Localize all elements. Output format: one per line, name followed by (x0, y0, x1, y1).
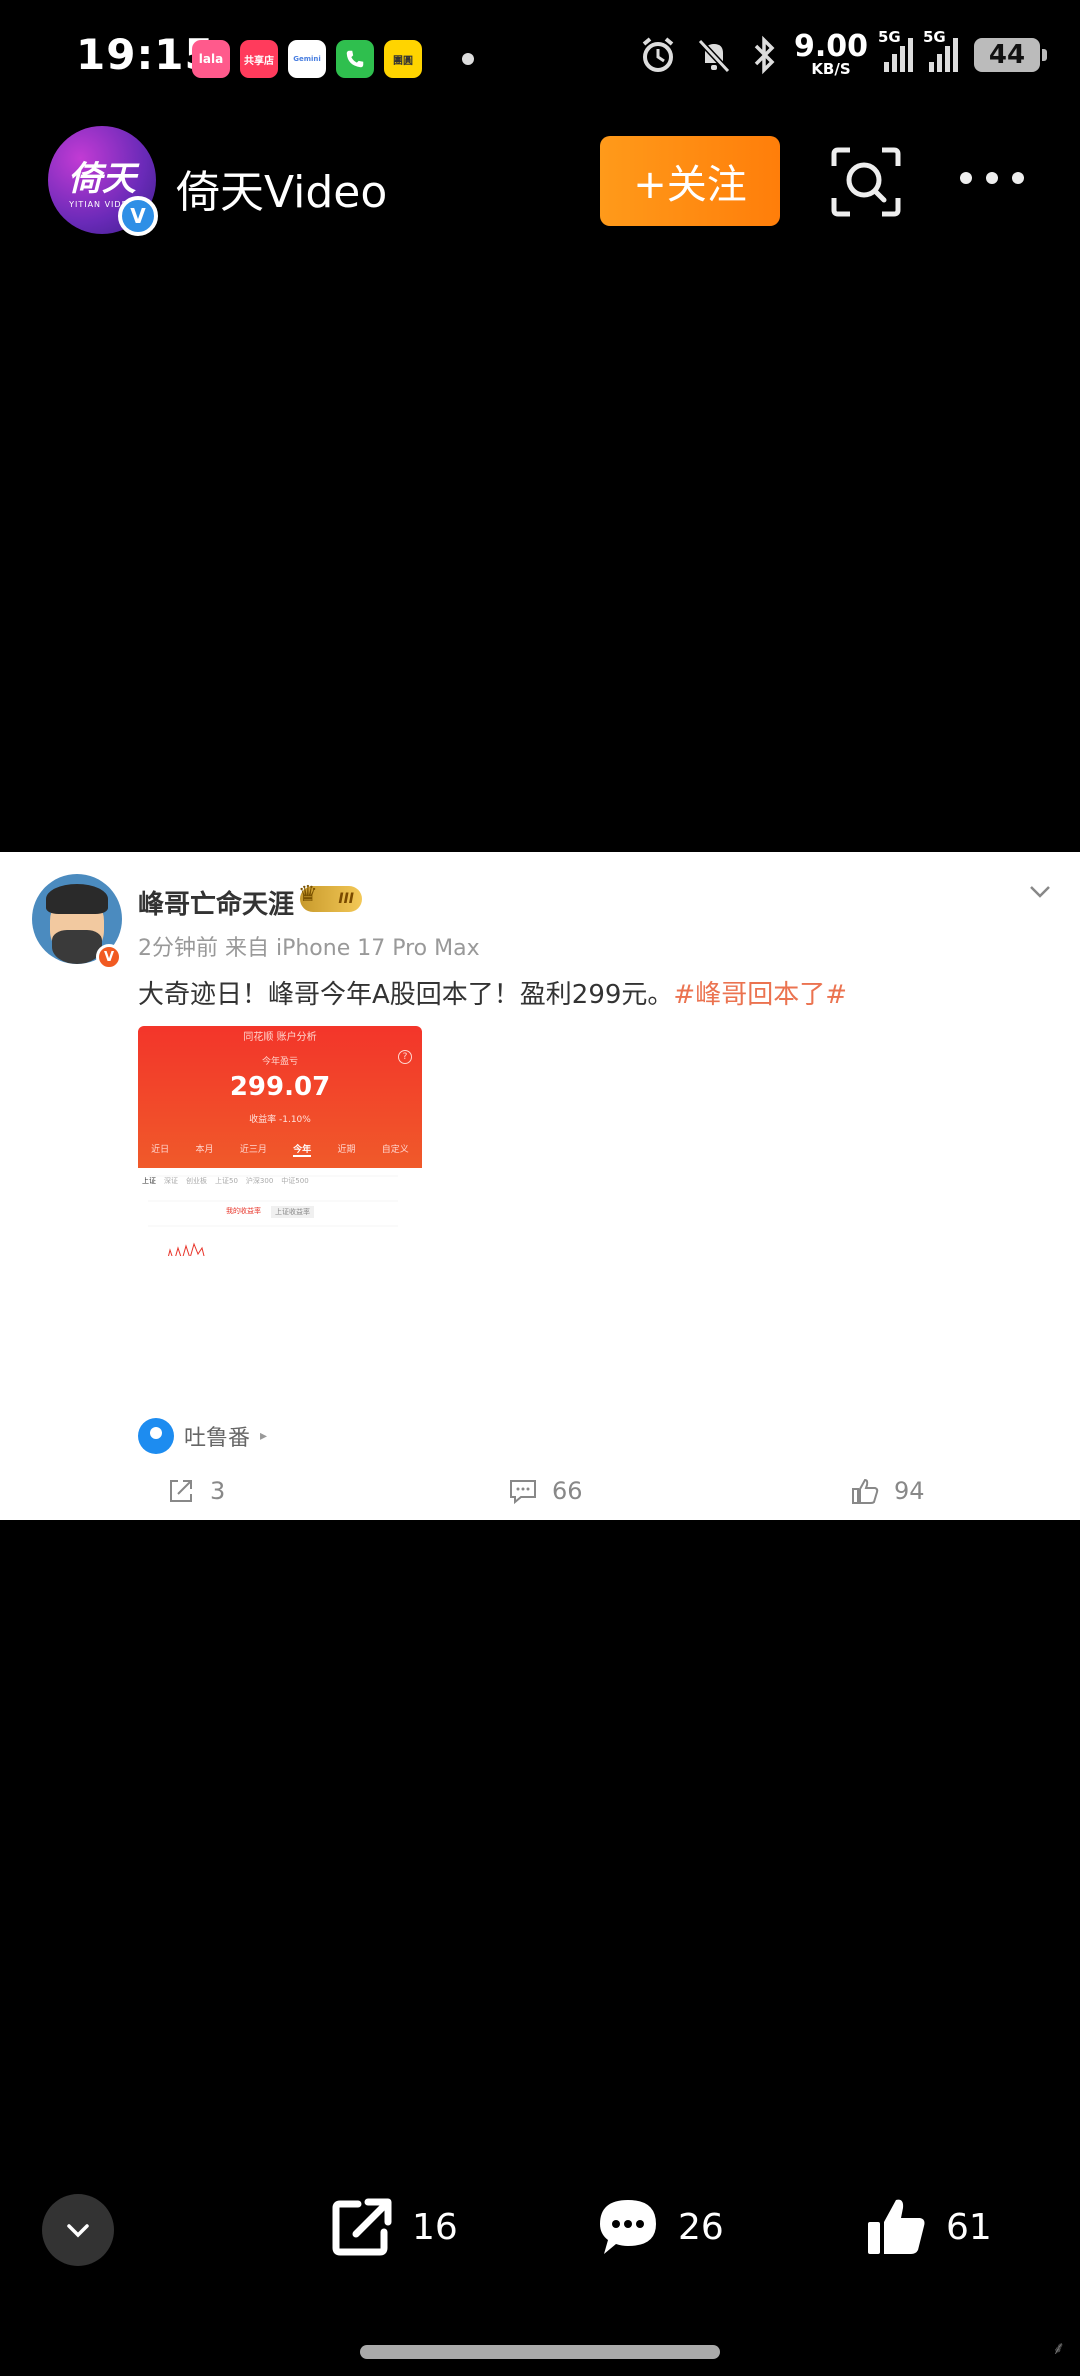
like-button[interactable]: 61 (864, 2196, 992, 2258)
notification-icons: lala 共享店 Gemini 團圓 (192, 40, 474, 78)
comment-bubble-icon (600, 2200, 656, 2254)
location-name: 吐鲁番 (184, 1426, 251, 1451)
channel-name[interactable]: 倚天Video (176, 156, 387, 220)
thumbs-up-icon (852, 1478, 879, 1504)
user-verified-badge-icon: V (96, 944, 122, 970)
more-options-icon[interactable] (960, 172, 1024, 184)
share-count: 16 (412, 2206, 458, 2248)
app-gemini-icon: Gemini (288, 40, 326, 78)
video-action-bar: 16 26 61 (0, 2190, 1080, 2300)
status-bar: 19:15 lala 共享店 Gemini 團圓 9.00 KB/S 5G 5G… (0, 0, 1080, 118)
corner-icon: ⸙ (1052, 2338, 1066, 2359)
like-count: 61 (946, 2206, 992, 2248)
hashtag-link[interactable]: #峰哥回本了# (673, 980, 847, 1010)
bluetooth-icon (754, 35, 775, 74)
alarm-icon (642, 36, 674, 72)
thumbs-up-icon (868, 2199, 925, 2254)
repost-icon (170, 1480, 192, 1502)
post-body: 大奇迹日！峰哥今年A股回本了！盈利299元。 (138, 980, 674, 1010)
post-action-bar: 3 66 94 (0, 1472, 1080, 1520)
repost-count: 3 (210, 1477, 226, 1505)
battery-icon: 44 (974, 37, 1047, 72)
signal-1-icon: 5G (878, 28, 913, 72)
repost-button[interactable]: 3 (166, 1476, 225, 1506)
expand-button[interactable] (42, 2194, 114, 2266)
chevron-down-icon (67, 2224, 89, 2238)
comment-count: 66 (552, 1477, 583, 1505)
more-notifications-dot (462, 53, 474, 65)
mute-bell-icon (697, 38, 731, 73)
post-meta: 2分钟前 来自 iPhone 17 Pro Max (138, 936, 480, 961)
comment-button[interactable]: 26 (596, 2196, 724, 2258)
comment-button[interactable]: 66 (508, 1476, 583, 1506)
return-chart (148, 1175, 398, 1256)
verified-badge-icon: V (118, 196, 158, 236)
my-return-line (167, 1242, 205, 1256)
share-icon (332, 2198, 392, 2256)
chevron-right-icon: ▸ (260, 1428, 268, 1444)
home-indicator[interactable] (360, 2345, 720, 2359)
like-count: 94 (894, 1477, 925, 1505)
app-share-icon: 共享店 (240, 40, 278, 78)
scan-search-icon[interactable] (830, 146, 902, 218)
network-speed: 9.00 KB/S (793, 29, 868, 78)
app-lala-icon: lala (192, 40, 230, 78)
location-pin-icon (138, 1418, 174, 1454)
comment-count: 26 (678, 2206, 724, 2248)
weibo-post-card: V 峰哥亡命天涯 III ♛ 2分钟前 来自 iPhone 17 Pro Max… (0, 852, 1080, 1520)
comment-icon (510, 1480, 536, 1505)
channel-logo: 倚天 (68, 159, 136, 199)
post-image[interactable]: 同花顺 账户分析 ? 今年盈亏 299.07 收益率 -1.10% 近日 本月 … (138, 1026, 422, 1256)
share-button[interactable]: 16 (330, 2196, 458, 2258)
chevron-down-icon[interactable] (1026, 878, 1054, 906)
video-header: 倚天 YITIAN VIDEO V 倚天Video +关注 (0, 120, 1080, 250)
signal-2-icon: 5G (923, 28, 958, 72)
app-tuanyuan-icon: 團圓 (384, 40, 422, 78)
post-text: 大奇迹日！峰哥今年A股回本了！盈利299元。#峰哥回本了# (138, 974, 847, 1011)
location-tag[interactable]: 吐鲁番 ▸ (138, 1416, 267, 1456)
follow-button[interactable]: +关注 (600, 136, 780, 226)
phone-icon (336, 40, 374, 78)
system-icons: 9.00 KB/S 5G 5G 44 (638, 28, 1047, 78)
like-button[interactable]: 94 (850, 1476, 925, 1506)
crown-icon: ♛ (298, 882, 318, 907)
user-name[interactable]: 峰哥亡命天涯 (138, 884, 294, 921)
